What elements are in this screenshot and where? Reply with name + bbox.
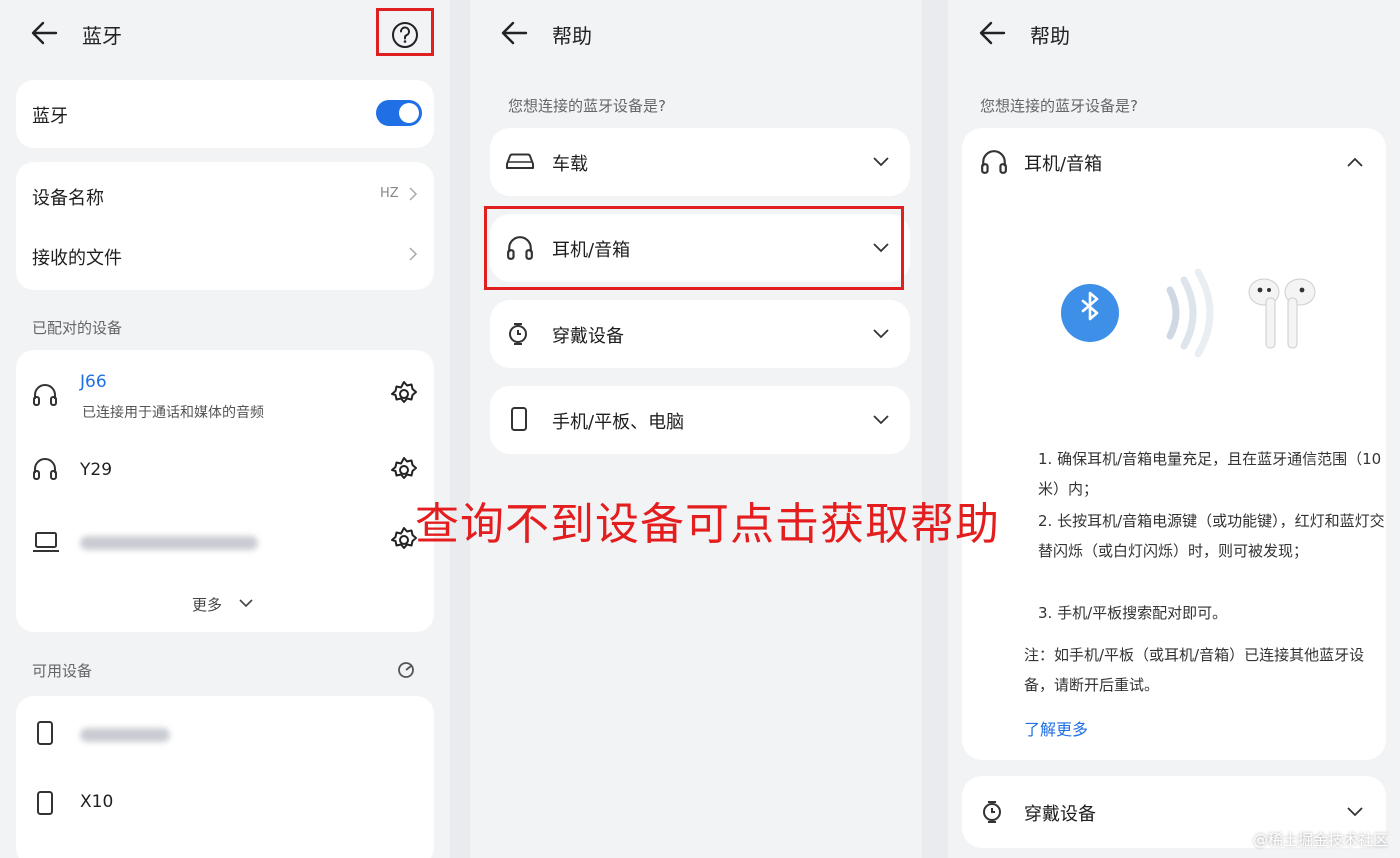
question-text: 您想连接的蓝牙设备是? xyxy=(980,97,1138,115)
step-1: 1. 确保耳机/音箱电量充足，且在蓝牙通信范围（10 米）内； xyxy=(1038,450,1382,498)
device-name-value: HZ xyxy=(380,186,399,201)
paired-device-y29[interactable]: Y29 xyxy=(16,442,434,512)
device-name: X10 xyxy=(80,792,114,812)
help-item-label: 穿戴设备 xyxy=(1024,804,1096,825)
help-item-label: 车载 xyxy=(552,154,588,175)
bluetooth-settings-panel: 蓝牙 蓝牙 设备名称 HZ 接收的文件 已配对的设备 J66 已连接用于通话和媒… xyxy=(0,0,450,858)
headphones-highlight-box xyxy=(484,206,904,290)
phone-icon xyxy=(511,407,527,431)
device-settings-card: 设备名称 HZ 接收的文件 xyxy=(16,162,434,290)
phone-icon xyxy=(37,791,53,815)
phone-icon xyxy=(37,721,53,745)
watermark: @稀土掘金技术社区 xyxy=(1252,831,1388,849)
chevron-down-icon xyxy=(1347,807,1363,817)
back-arrow-icon[interactable] xyxy=(30,20,60,46)
watch-icon xyxy=(509,323,527,345)
page-title: 帮助 xyxy=(1030,24,1070,48)
question-text: 您想连接的蓝牙设备是? xyxy=(508,97,666,115)
headphones-icon xyxy=(33,458,57,480)
paired-devices-card: J66 已连接用于通话和媒体的音频 Y29 更多 xyxy=(16,350,434,632)
expanded-help-card: 耳机/音箱 1. 确保耳机/音箱电量充足，且在蓝牙通信范围（10 米）内； 2.… xyxy=(962,128,1386,760)
help-item-label: 手机/平板、电脑 xyxy=(552,412,685,433)
more-label: 更多 xyxy=(192,596,223,614)
headphones-icon xyxy=(981,150,1007,174)
bluetooth-earbuds-illustration xyxy=(1061,268,1316,358)
step-2: 2. 长按耳机/音箱电源键（或功能键），红灯和蓝灯交替闪烁（或白灯闪烁）时，则可… xyxy=(1038,512,1385,560)
bluetooth-label: 蓝牙 xyxy=(32,106,68,127)
page-title: 帮助 xyxy=(552,24,592,48)
gear-icon[interactable] xyxy=(390,456,418,484)
help-expanded-panel: 帮助 您想连接的蓝牙设备是? 耳机/音箱 1. 确保耳机/音箱电量充足，且在蓝牙… xyxy=(948,0,1400,858)
received-files-label: 接收的文件 xyxy=(32,248,122,269)
watch-icon xyxy=(983,801,1001,823)
device-name-label: 设备名称 xyxy=(32,188,104,209)
paired-device-laptop[interactable] xyxy=(16,512,434,582)
blurred-device-name xyxy=(80,536,258,550)
step-3: 3. 手机/平板搜索配对即可。 xyxy=(1038,604,1228,622)
annotation-text: 查询不到设备可点击获取帮助 xyxy=(415,499,1000,550)
device-name-row[interactable]: 设备名称 HZ xyxy=(16,162,434,226)
back-arrow-icon[interactable] xyxy=(978,20,1008,46)
laptop-icon xyxy=(33,532,59,552)
top-bar: 帮助 xyxy=(948,0,1400,70)
device-name: Y29 xyxy=(80,460,113,480)
available-devices-card: X10 xyxy=(16,696,434,858)
help-item-wearable[interactable]: 穿戴设备 xyxy=(490,300,910,368)
available-device-row-x10[interactable]: X10 xyxy=(16,768,434,840)
expanded-label: 耳机/音箱 xyxy=(1024,154,1103,175)
help-item-phone-tablet-pc[interactable]: 手机/平板、电脑 xyxy=(490,386,910,454)
blurred-device-name xyxy=(80,728,170,742)
top-bar: 蓝牙 xyxy=(0,0,450,70)
gear-icon[interactable] xyxy=(390,526,418,554)
note-text: 注：如手机/平板（或耳机/音箱）已连接其他蓝牙设备，请断开后重试。 xyxy=(1024,646,1365,694)
expanded-header[interactable]: 耳机/音箱 xyxy=(962,128,1386,198)
help-item-car[interactable]: 车载 xyxy=(490,128,910,196)
chevron-down-icon xyxy=(873,329,889,339)
device-name: J66 xyxy=(80,372,107,392)
chevron-down-icon xyxy=(873,157,889,167)
received-files-row[interactable]: 接收的文件 xyxy=(16,226,434,290)
bluetooth-toggle[interactable] xyxy=(376,100,422,126)
headphones-icon xyxy=(33,384,57,406)
top-bar: 帮助 xyxy=(470,0,922,70)
gear-icon[interactable] xyxy=(390,380,418,408)
help-panel: 帮助 您想连接的蓝牙设备是? 车载 耳机/音箱 穿戴设备 手机/平板、电脑 xyxy=(470,0,922,858)
chevron-up-icon xyxy=(1347,157,1363,167)
more-button[interactable]: 更多 xyxy=(16,586,434,626)
chevron-right-icon xyxy=(409,187,418,201)
bluetooth-toggle-card: 蓝牙 xyxy=(16,80,434,148)
available-devices-header: 可用设备 xyxy=(32,662,93,680)
paired-devices-header: 已配对的设备 xyxy=(32,319,123,337)
help-highlight-box xyxy=(376,8,434,56)
available-device-row[interactable] xyxy=(16,696,434,768)
page-title: 蓝牙 xyxy=(82,24,122,48)
chevron-right-icon xyxy=(409,247,418,261)
loading-spinner-icon xyxy=(398,662,414,678)
learn-more-link[interactable]: 了解更多 xyxy=(1024,716,1088,740)
help-item-label: 穿戴设备 xyxy=(552,326,624,347)
device-status: 已连接用于通话和媒体的音频 xyxy=(82,405,264,421)
car-icon xyxy=(506,153,534,169)
chevron-down-icon xyxy=(873,415,889,425)
back-arrow-icon[interactable] xyxy=(500,20,530,46)
paired-device-j66[interactable]: J66 已连接用于通话和媒体的音频 xyxy=(16,350,434,442)
chevron-down-icon xyxy=(239,599,253,608)
